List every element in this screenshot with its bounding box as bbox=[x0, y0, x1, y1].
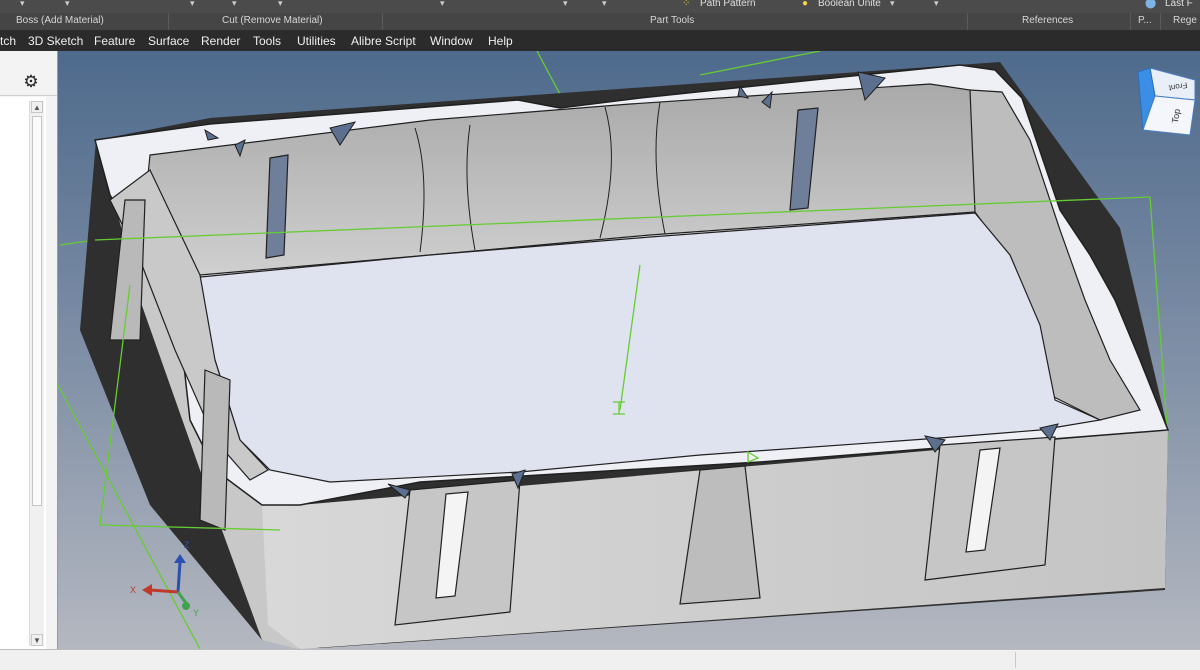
menu-tools[interactable]: Tools bbox=[253, 34, 281, 48]
chevron-down-icon[interactable]: ▾ bbox=[934, 0, 939, 9]
chevron-down-icon[interactable]: ▾ bbox=[20, 0, 25, 9]
group-p-label: P... bbox=[1138, 15, 1152, 26]
gear-icon[interactable]: ⚙ bbox=[22, 73, 40, 91]
scroll-down-icon[interactable]: ▼ bbox=[31, 634, 43, 646]
z-axis bbox=[176, 561, 182, 593]
menu-render[interactable]: Render bbox=[201, 34, 240, 48]
ribbon-group-labels: Boss (Add Material) Cut (Remove Material… bbox=[0, 13, 1200, 31]
path-pattern-button[interactable]: Path Pattern bbox=[700, 0, 756, 13]
group-references-label: References bbox=[1022, 15, 1074, 26]
group-boss-label: Boss (Add Material) bbox=[16, 15, 104, 26]
design-explorer-panel: ⚙ ▲ ▼ bbox=[0, 51, 58, 649]
last-feature-button[interactable]: Last F bbox=[1165, 0, 1193, 13]
boolean-union-button[interactable]: Boolean Unite bbox=[818, 0, 881, 13]
menu-bar: tch 3D Sketch Feature Surface Render Too… bbox=[0, 31, 1200, 51]
z-axis-label: Z bbox=[184, 540, 190, 550]
menu-window[interactable]: Window bbox=[430, 34, 473, 48]
chevron-down-icon[interactable]: ▾ bbox=[190, 0, 195, 9]
chevron-down-icon[interactable]: ▾ bbox=[232, 0, 237, 9]
status-bar bbox=[0, 649, 1200, 670]
y-axis-label: Y bbox=[193, 608, 199, 618]
view-cube[interactable]: Front Top bbox=[1137, 67, 1196, 136]
group-regen-label: Rege bbox=[1173, 15, 1197, 26]
status-cell bbox=[1015, 652, 1200, 668]
chevron-down-icon[interactable]: ▾ bbox=[602, 0, 607, 9]
chevron-down-icon[interactable]: ▾ bbox=[440, 0, 445, 9]
menu-alibre-script[interactable]: Alibre Script bbox=[351, 34, 416, 48]
panel-header: ⚙ bbox=[0, 51, 57, 96]
chevron-down-icon[interactable]: ▾ bbox=[890, 0, 895, 9]
x-axis bbox=[149, 588, 179, 594]
viewport-canvas[interactable]: Z X Y Front Top bbox=[58, 51, 1200, 649]
scroll-up-icon[interactable]: ▲ bbox=[31, 101, 43, 113]
group-cut-label: Cut (Remove Material) bbox=[222, 15, 323, 26]
menu-help[interactable]: Help bbox=[488, 34, 513, 48]
3d-viewport[interactable]: Z X Y Front Top bbox=[58, 51, 1200, 649]
menu-sketch[interactable]: tch bbox=[0, 34, 16, 48]
ribbon-commands-row: ▾ ▾ ▾ ▾ ▾ ▾ ▾ ▾ ⁘ Path Pattern ● Boolean… bbox=[0, 0, 1200, 13]
menu-surface[interactable]: Surface bbox=[148, 34, 189, 48]
last-feature-icon: ⬤ bbox=[1145, 0, 1157, 9]
chevron-down-icon[interactable]: ▾ bbox=[278, 0, 283, 9]
panel-scrollbar[interactable]: ▲ ▼ bbox=[29, 101, 44, 646]
menu-3d-sketch[interactable]: 3D Sketch bbox=[28, 34, 83, 48]
boolean-union-icon: ● bbox=[802, 0, 809, 9]
chevron-down-icon[interactable]: ▾ bbox=[563, 0, 568, 9]
menu-utilities[interactable]: Utilities bbox=[297, 34, 336, 48]
path-pattern-icon: ⁘ bbox=[682, 0, 691, 9]
x-axis-label: X bbox=[130, 585, 136, 595]
scroll-thumb[interactable] bbox=[32, 116, 42, 506]
group-part-tools-label: Part Tools bbox=[650, 15, 695, 26]
chevron-down-icon[interactable]: ▾ bbox=[65, 0, 70, 9]
menu-feature[interactable]: Feature bbox=[94, 34, 135, 48]
slot-back-left bbox=[265, 154, 289, 259]
